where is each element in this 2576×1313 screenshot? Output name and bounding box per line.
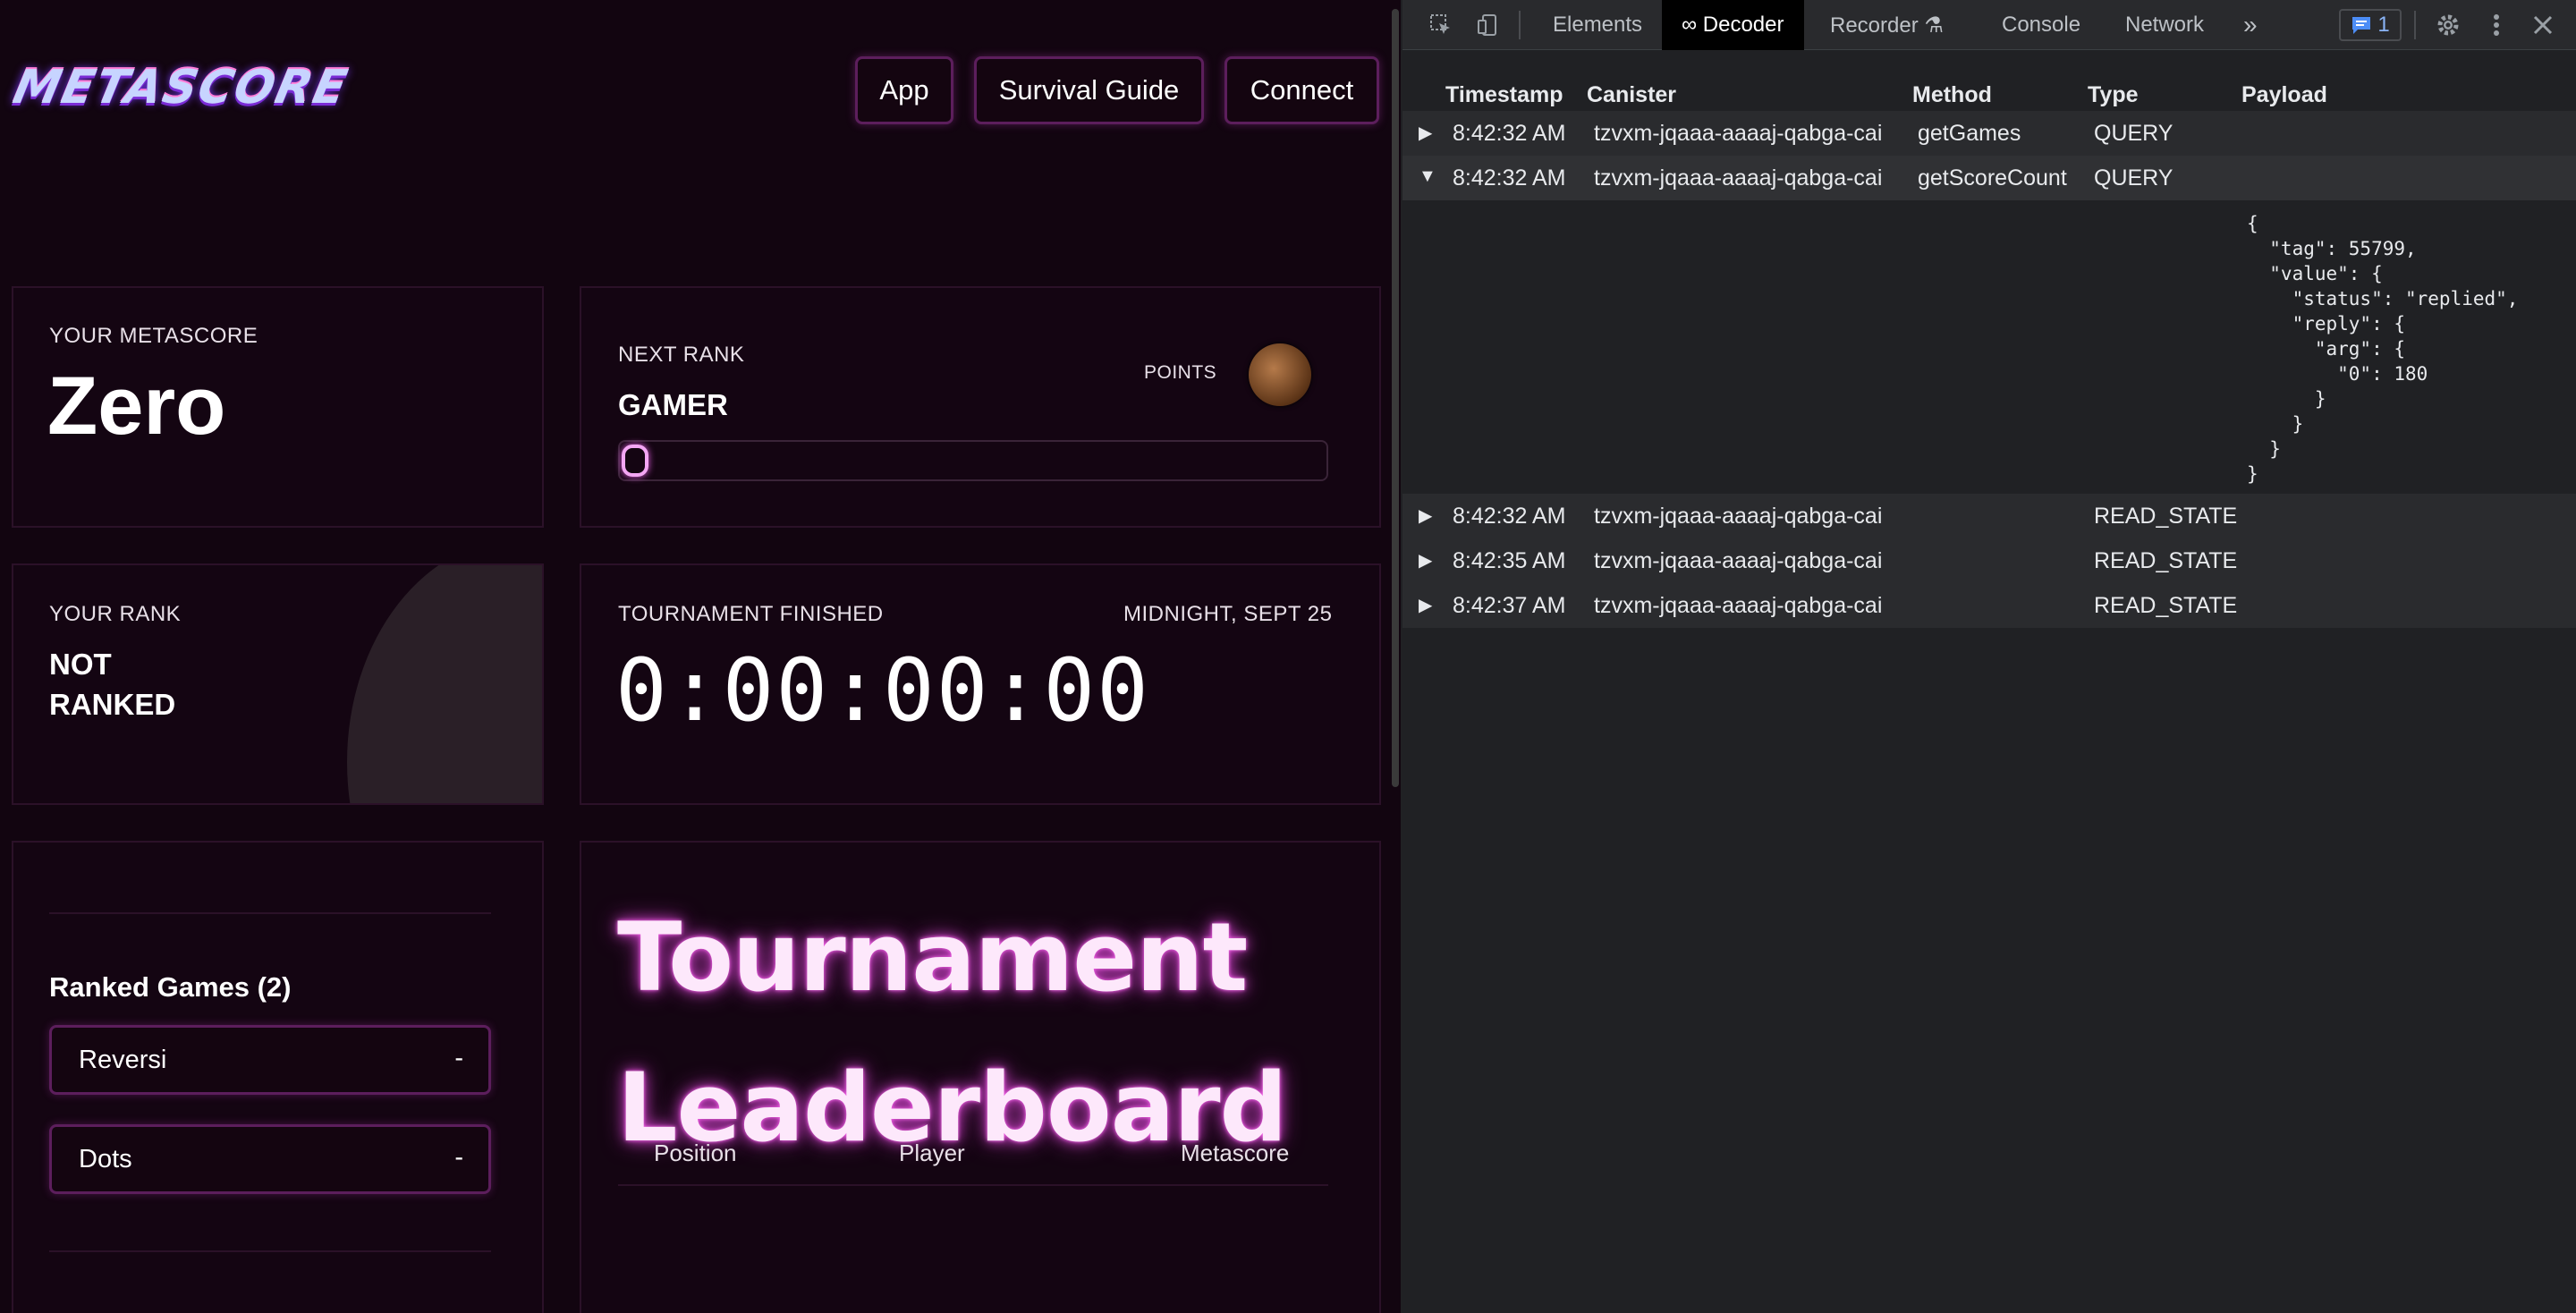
row-timestamp: 8:42:32 AM <box>1453 121 1566 146</box>
row-canister: tzvxm-jqaaa-aaaaj-qabga-cai <box>1594 593 1883 618</box>
rank-circle-decoration <box>347 565 542 803</box>
game-row-dots[interactable]: Dots - <box>49 1124 491 1194</box>
more-options-icon[interactable] <box>2481 11 2512 39</box>
col-payload[interactable]: Payload <box>2241 82 2327 108</box>
tournament-countdown: 0:00:00:00 <box>615 640 1150 741</box>
tournament-status-label: TOURNAMENT FINISHED <box>618 602 884 626</box>
page-scrollbar-thumb[interactable] <box>1392 9 1399 787</box>
decoder-row[interactable]: ▶ 8:42:37 AM tzvxm-jqaaa-aaaaj-qabga-cai… <box>1402 583 2576 628</box>
web-page: METASCORE App Survival Guide Connect YOU… <box>0 0 1401 1313</box>
metascore-value: Zero <box>47 360 226 452</box>
next-rank-label: NEXT RANK <box>618 343 745 367</box>
metascore-label: YOUR METASCORE <box>49 324 258 348</box>
issues-message-icon <box>2352 17 2371 34</box>
row-canister: tzvxm-jqaaa-aaaaj-qabga-cai <box>1594 121 1883 146</box>
tab-recorder[interactable]: Recorder ⚗ <box>1814 0 1960 50</box>
row-method: getGames <box>1918 121 2021 146</box>
ranked-games-title: Ranked Games (2) <box>49 971 292 1003</box>
decoder-row[interactable]: ▶ 8:42:32 AM tzvxm-jqaaa-aaaaj-qabga-cai… <box>1402 494 2576 538</box>
tournament-date: MIDNIGHT, SEPT 25 <box>1123 602 1333 626</box>
divider <box>618 1184 1328 1186</box>
row-timestamp: 8:42:37 AM <box>1453 593 1566 618</box>
col-method[interactable]: Method <box>1912 82 1992 108</box>
decoder-row[interactable]: ▶ 8:42:35 AM tzvxm-jqaaa-aaaaj-qabga-cai… <box>1402 538 2576 583</box>
row-canister: tzvxm-jqaaa-aaaaj-qabga-cai <box>1594 548 1883 573</box>
issues-badge[interactable]: 1 <box>2339 9 2402 41</box>
nav-app-button[interactable]: App <box>855 56 953 124</box>
expand-arrow-icon[interactable]: ▶ <box>1419 504 1432 527</box>
col-type[interactable]: Type <box>2088 82 2139 108</box>
expand-arrow-icon[interactable]: ▶ <box>1419 122 1432 144</box>
next-rank-value: GAMER <box>618 388 728 421</box>
game-score: - <box>454 1044 463 1072</box>
issues-count: 1 <box>2377 13 2390 37</box>
points-label: POINTS <box>1144 362 1217 383</box>
col-player: Player <box>899 1139 965 1166</box>
rank-progress-fill <box>622 445 648 477</box>
divider <box>49 1250 491 1252</box>
tab-network[interactable]: Network <box>2109 0 2220 50</box>
collapse-arrow-icon[interactable]: ▼ <box>1419 166 1436 187</box>
game-name: Reversi <box>79 1046 167 1074</box>
expand-arrow-icon[interactable]: ▶ <box>1419 549 1432 572</box>
nav-connect-button[interactable]: Connect <box>1224 56 1379 124</box>
payload-json[interactable]: { "tag": 55799, "value": { "status": "re… <box>2247 211 2518 487</box>
decoder-row[interactable]: ▶ 8:42:32 AM tzvxm-jqaaa-aaaaj-qabga-cai… <box>1402 111 2576 156</box>
devtools-panel: Elements ∞ Decoder Recorder ⚗ Console Ne… <box>1402 0 2576 1313</box>
your-rank-label: YOUR RANK <box>49 602 182 626</box>
row-timestamp: 8:42:32 AM <box>1453 504 1566 529</box>
tab-elements[interactable]: Elements <box>1537 0 1658 50</box>
leaderboard-title-line1: Tournament <box>617 902 1248 1012</box>
your-rank-card <box>12 563 544 805</box>
your-rank-line1: NOT <box>49 648 112 681</box>
row-timestamp: 8:42:35 AM <box>1453 548 1566 573</box>
tab-decoder[interactable]: ∞ Decoder <box>1662 0 1804 50</box>
devtools-toolbar: Elements ∞ Decoder Recorder ⚗ Console Ne… <box>1402 0 2576 50</box>
row-timestamp: 8:42:32 AM <box>1453 165 1566 191</box>
game-score: - <box>454 1143 463 1172</box>
col-position: Position <box>654 1139 737 1166</box>
decoder-table-header: Timestamp Canister Method Type Payload <box>1402 79 2576 114</box>
close-devtools-icon[interactable] <box>2528 11 2558 39</box>
row-type: READ_STATE <box>2094 548 2238 573</box>
row-type: READ_STATE <box>2094 504 2238 529</box>
device-toolbar-icon[interactable] <box>1472 11 1503 39</box>
row-type: QUERY <box>2094 165 2174 191</box>
rank-progress-bar <box>618 440 1328 481</box>
page-scrollbar[interactable] <box>1390 0 1401 787</box>
row-canister: tzvxm-jqaaa-aaaaj-qabga-cai <box>1594 165 1883 191</box>
row-method: getScoreCount <box>1918 165 2067 191</box>
row-type: QUERY <box>2094 121 2174 146</box>
row-canister: tzvxm-jqaaa-aaaaj-qabga-cai <box>1594 504 1883 529</box>
points-coin-icon <box>1249 343 1311 406</box>
tab-console[interactable]: Console <box>1986 0 2097 50</box>
nav-survival-guide-button[interactable]: Survival Guide <box>974 56 1204 124</box>
toolbar-separator <box>2414 11 2416 39</box>
inspect-element-icon[interactable] <box>1426 11 1456 39</box>
metascore-logo[interactable]: METASCORE <box>9 61 353 114</box>
expand-arrow-icon[interactable]: ▶ <box>1419 594 1432 616</box>
toolbar-separator <box>1519 11 1521 39</box>
game-name: Dots <box>79 1145 132 1173</box>
decoder-row-expanded[interactable]: ▼ 8:42:32 AM tzvxm-jqaaa-aaaaj-qabga-cai… <box>1402 156 2576 200</box>
divider <box>49 912 491 914</box>
col-metascore: Metascore <box>1181 1139 1290 1166</box>
col-timestamp[interactable]: Timestamp <box>1445 82 1563 108</box>
settings-gear-icon[interactable] <box>2433 11 2463 39</box>
more-tabs-button[interactable]: » <box>2234 0 2267 50</box>
game-row-reversi[interactable]: Reversi - <box>49 1025 491 1095</box>
row-type: READ_STATE <box>2094 593 2238 618</box>
col-canister[interactable]: Canister <box>1587 82 1676 108</box>
your-rank-line2: RANKED <box>49 688 176 721</box>
